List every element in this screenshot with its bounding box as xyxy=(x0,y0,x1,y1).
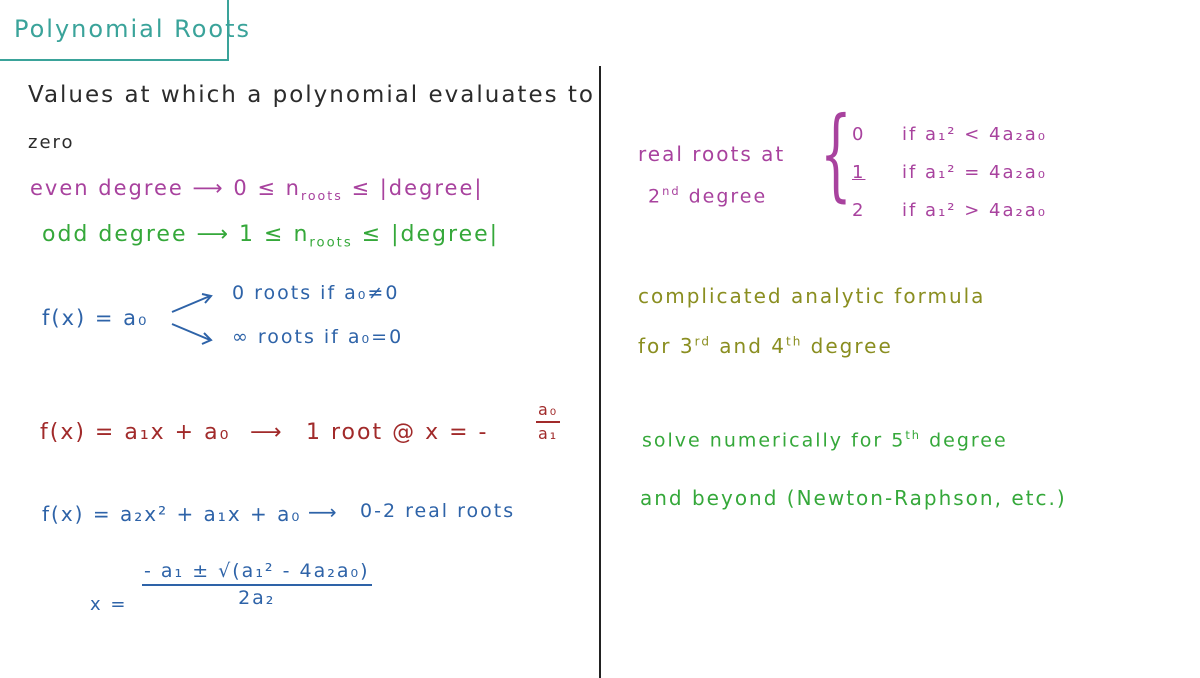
branch-arrows-icon xyxy=(171,293,213,345)
arrow-right-icon: ⟶ xyxy=(196,222,240,247)
formula-den: 2a₂ xyxy=(238,586,276,609)
case-condition: if a₁² > 4a₂a₀ xyxy=(902,200,1047,221)
definition-line2: zero xyxy=(28,132,75,153)
odd-degree-row: odd degree ⟶ 1 ≤ nroots ≤ |degree| xyxy=(42,222,499,250)
linear-function: f(x) = a₁x + a₀ xyxy=(40,420,231,445)
case-condition: if a₁² = 4a₂a₀ xyxy=(902,162,1047,183)
roots-case-2: 2 if a₁² > 4a₂a₀ xyxy=(852,192,1047,230)
column-divider xyxy=(599,66,601,678)
quadratic-result: 0-2 real roots xyxy=(360,500,516,522)
odd-sub: roots xyxy=(309,235,353,251)
constant-case-nonzero: 0 roots if a₀≠0 xyxy=(232,282,400,304)
cubic-degree: degree xyxy=(802,334,893,358)
curly-brace-icon: { xyxy=(820,95,852,212)
cubic-sup2: th xyxy=(786,334,803,349)
degree-sup: nd xyxy=(662,184,681,198)
roots-case-1: 1 if a₁² = 4a₂a₀ xyxy=(852,154,1047,192)
quadratic-function: f(x) = a₂x² + a₁x + a₀ xyxy=(42,502,302,526)
quintic-sup: th xyxy=(905,428,922,442)
even-degree-row: even degree ⟶ 0 ≤ nroots ≤ |degree| xyxy=(30,176,483,203)
real-roots-label-line1: real roots at xyxy=(638,142,786,166)
constant-case-zero: ∞ roots if a₀=0 xyxy=(232,326,404,348)
quintic-degree: degree xyxy=(921,429,1008,452)
arrow-right-icon: ⟶ xyxy=(308,500,339,524)
roots-case-0: 0 if a₁² < 4a₂a₀ xyxy=(852,116,1047,154)
degree-word: degree xyxy=(680,185,768,208)
cubic-and: and 4 xyxy=(710,334,787,358)
case-count: 2 xyxy=(852,200,866,221)
even-sub: roots xyxy=(300,188,343,204)
linear-num: a₀ xyxy=(538,400,559,419)
cubic-for: for 3 xyxy=(638,334,695,358)
quintic-solve: solve numerically for 5 xyxy=(642,429,906,452)
cubic-line2: for 3rd and 4th degree xyxy=(638,334,893,358)
constant-function: f(x) = a₀ xyxy=(42,306,149,330)
page-title: Polynomial Roots xyxy=(14,15,251,43)
even-label: even degree xyxy=(30,176,184,200)
odd-label: odd degree xyxy=(42,222,188,247)
linear-den: a₁ xyxy=(538,423,559,443)
formula-num: - a₁ ± √(a₁² - 4a₂a₀) xyxy=(144,560,370,582)
formula-lhs: x = xyxy=(90,594,128,615)
real-roots-label-line2: 2nd degree xyxy=(648,184,767,207)
odd-rest: ≤ |degree| xyxy=(352,222,500,247)
even-rest: ≤ |degree| xyxy=(342,176,484,200)
quadratic-formula-fraction: - a₁ ± √(a₁² - 4a₂a₀) 2a₂ xyxy=(142,562,372,608)
arrow-right-icon: ⟶ xyxy=(250,420,284,445)
odd-range: 1 ≤ n xyxy=(239,222,310,247)
degree-number: 2 xyxy=(648,185,663,208)
cubic-line1: complicated analytic formula xyxy=(638,284,986,308)
arrow-right-icon: ⟶ xyxy=(192,176,234,200)
cubic-sup1: rd xyxy=(694,334,711,349)
linear-result: 1 root @ x = - xyxy=(306,420,489,445)
quintic-line2: and beyond (Newton-Raphson, etc.) xyxy=(640,486,1067,510)
even-range: 0 ≤ n xyxy=(233,176,301,200)
definition-line1: Values at which a polynomial evaluates t… xyxy=(28,82,595,108)
roots-cases: 0 if a₁² < 4a₂a₀ 1 if a₁² = 4a₂a₀ 2 if a₁² … xyxy=(852,116,1047,230)
case-count: 0 xyxy=(852,124,866,145)
case-condition: if a₁² < 4a₂a₀ xyxy=(902,124,1047,145)
quintic-line1: solve numerically for 5th degree xyxy=(642,428,1008,451)
linear-root-fraction: a₀ a₁ xyxy=(536,400,561,443)
case-count: 1 xyxy=(852,162,866,183)
